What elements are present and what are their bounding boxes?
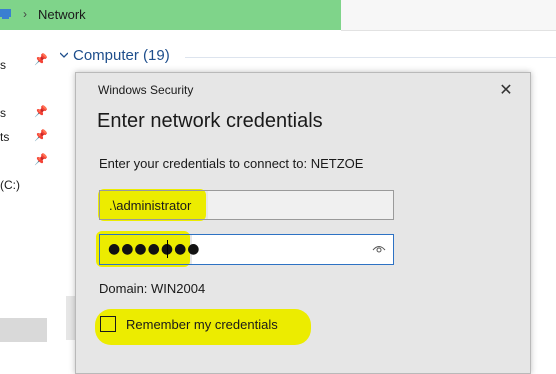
nav-item[interactable]: ts: [0, 130, 9, 144]
dialog-title: Enter network credentials: [97, 110, 323, 132]
pin-icon: 📌: [34, 54, 48, 66]
eye-icon[interactable]: [372, 243, 386, 255]
password-field[interactable]: ●●●●●●●: [99, 234, 394, 265]
address-bar-empty[interactable]: [341, 0, 556, 31]
breadcrumb-network[interactable]: Network: [38, 7, 86, 22]
network-icon: [0, 9, 11, 19]
address-bar[interactable]: › Network: [0, 0, 341, 30]
nav-item[interactable]: s: [0, 58, 6, 72]
remember-checkbox[interactable]: [100, 316, 116, 332]
text-caret: [167, 240, 168, 258]
dialog-prompt: Enter your credentials to connect to: NE…: [99, 156, 364, 171]
group-divider: [185, 57, 556, 58]
nav-item[interactable]: (C:): [0, 178, 20, 192]
group-header-computer[interactable]: Computer (19): [73, 47, 170, 64]
credentials-dialog: Windows Security ✕ Enter network credent…: [75, 72, 531, 374]
breadcrumb-separator: ›: [23, 7, 27, 21]
domain-label: Domain: WIN2004: [99, 281, 206, 296]
navigation-pane: s s 📌 ts 📌 📌 (C:): [0, 30, 52, 365]
password-mask: ●●●●●●●: [108, 241, 201, 257]
username-field[interactable]: .\administrator: [99, 190, 394, 220]
remember-label[interactable]: Remember my credentials: [126, 317, 278, 332]
username-value: .\administrator: [109, 198, 192, 213]
nav-selected-item[interactable]: [0, 318, 47, 342]
pin-icon: 📌: [34, 130, 48, 142]
dialog-caption: Windows Security: [98, 83, 194, 97]
pin-icon: 📌: [34, 154, 48, 166]
nav-item[interactable]: s: [0, 106, 6, 120]
close-icon[interactable]: ✕: [496, 82, 516, 100]
chevron-down-icon[interactable]: [60, 51, 68, 59]
pin-icon: 📌: [34, 106, 48, 118]
